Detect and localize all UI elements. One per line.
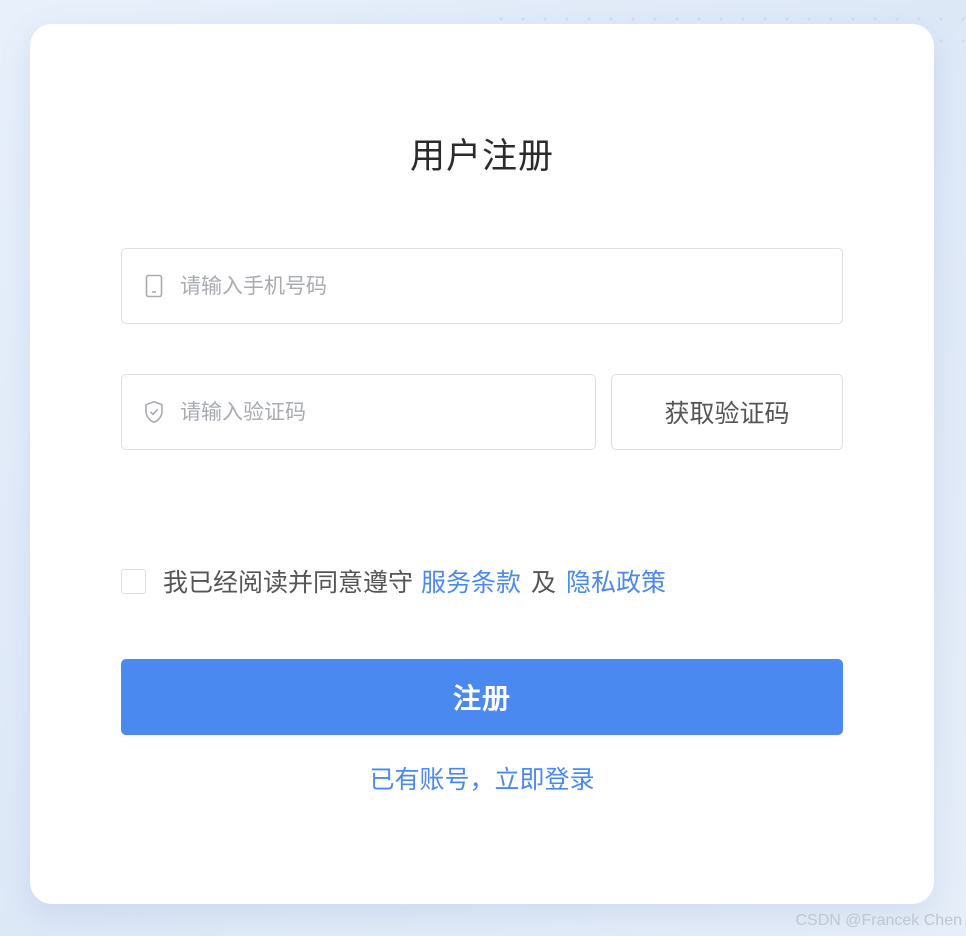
register-card: 用户注册 获取验证码 我已经阅读并同意遵守 服务条款 及 隐私政策 注册 已有账…	[30, 24, 934, 904]
shield-icon	[143, 399, 165, 425]
phone-icon	[143, 273, 165, 299]
get-code-button[interactable]: 获取验证码	[611, 374, 843, 450]
register-button[interactable]: 注册	[121, 659, 843, 735]
agreement-row: 我已经阅读并同意遵守 服务条款 及 隐私政策	[121, 563, 666, 599]
login-link[interactable]: 已有账号，立即登录	[30, 760, 934, 796]
watermark: CSDN @Francek Chen	[795, 912, 962, 929]
phone-field[interactable]	[121, 248, 843, 324]
terms-of-service-link[interactable]: 服务条款	[421, 563, 521, 599]
agreement-checkbox[interactable]	[121, 568, 146, 594]
agreement-conjunction: 及	[531, 568, 557, 597]
page-title: 用户注册	[409, 137, 554, 177]
phone-input[interactable]	[180, 249, 842, 323]
agreement-text: 我已经阅读并同意遵守	[163, 568, 414, 597]
verification-code-input[interactable]	[180, 375, 595, 449]
verification-code-field[interactable]	[121, 374, 596, 450]
privacy-policy-link[interactable]: 隐私政策	[566, 563, 666, 599]
